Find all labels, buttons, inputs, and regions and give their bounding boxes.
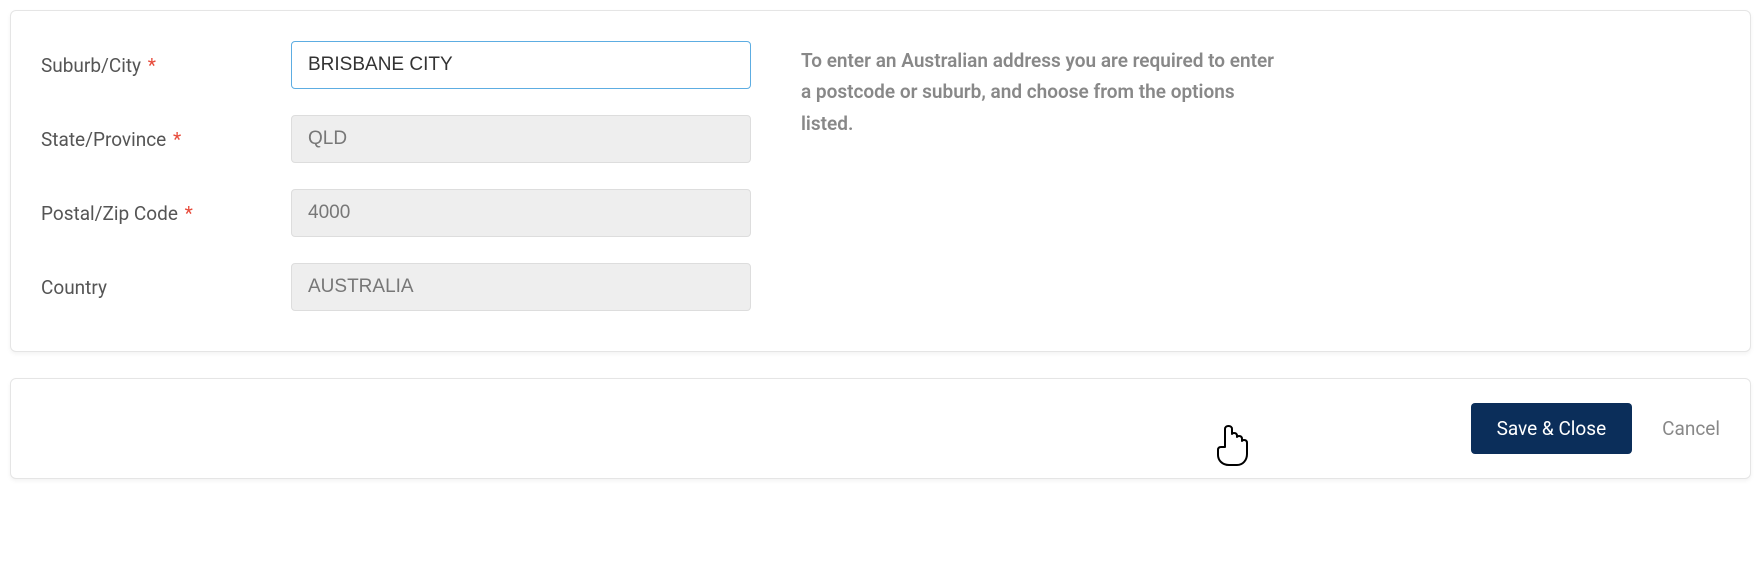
required-star: * xyxy=(148,54,156,77)
postal-label: Postal/Zip Code * xyxy=(41,202,291,225)
country-input xyxy=(291,263,751,311)
save-close-button[interactable]: Save & Close xyxy=(1471,403,1633,454)
suburb-label-text: Suburb/City xyxy=(41,54,141,77)
country-label: Country xyxy=(41,276,291,299)
form-content-wrapper: Suburb/City * State/Province * Postal/Zi… xyxy=(41,41,1720,311)
cancel-button[interactable]: Cancel xyxy=(1662,417,1720,440)
suburb-input[interactable] xyxy=(291,41,751,89)
country-row: Country xyxy=(41,263,751,311)
postal-label-text: Postal/Zip Code xyxy=(41,202,178,225)
required-star: * xyxy=(173,128,181,151)
state-label: State/Province * xyxy=(41,128,291,151)
cursor-pointer-icon xyxy=(1211,421,1251,469)
state-row: State/Province * xyxy=(41,115,751,163)
postal-row: Postal/Zip Code * xyxy=(41,189,751,237)
required-star: * xyxy=(185,202,193,225)
suburb-label: Suburb/City * xyxy=(41,54,291,77)
form-fields-column: Suburb/City * State/Province * Postal/Zi… xyxy=(41,41,751,311)
state-label-text: State/Province xyxy=(41,128,166,151)
state-input xyxy=(291,115,751,163)
help-text: To enter an Australian address you are r… xyxy=(801,41,1281,311)
address-form-card: Suburb/City * State/Province * Postal/Zi… xyxy=(10,10,1751,352)
action-bar: Save & Close Cancel xyxy=(10,378,1751,479)
postal-input xyxy=(291,189,751,237)
suburb-row: Suburb/City * xyxy=(41,41,751,89)
country-label-text: Country xyxy=(41,276,107,299)
